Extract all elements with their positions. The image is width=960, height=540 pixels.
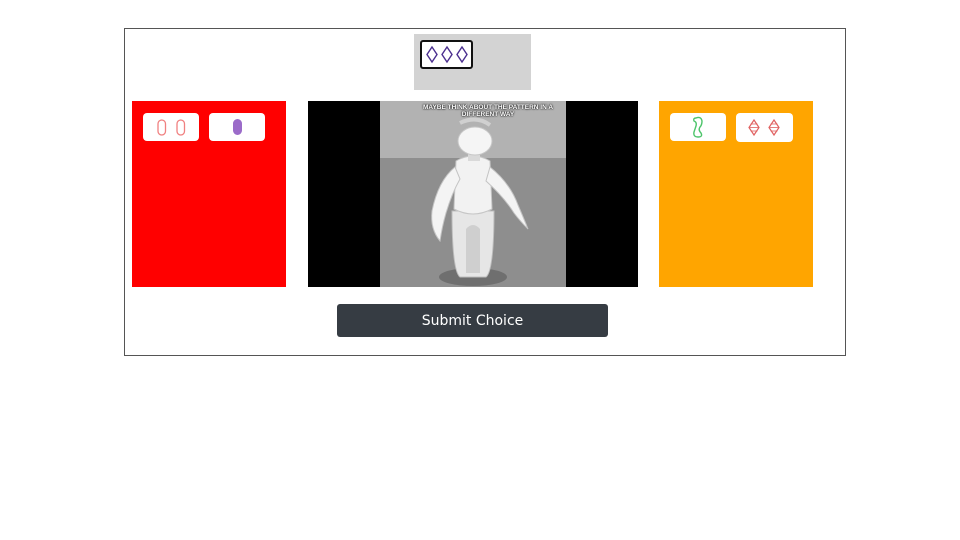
video-caption: MAYBE THINK ABOUT THE PATTERN IN A DIFFE… (422, 104, 554, 118)
robot-figure (431, 117, 529, 286)
diamond-icon (748, 118, 760, 137)
squiggle-icon (693, 116, 703, 138)
oval-icon (233, 119, 242, 135)
choice-card-two-outline-ovals[interactable] (143, 113, 199, 141)
three-outline-diamonds-icon (426, 45, 468, 64)
oval-icon (176, 119, 186, 136)
submit-choice-button[interactable]: Submit Choice (337, 304, 608, 337)
target-card (420, 40, 473, 69)
choice-card-one-solid-oval[interactable] (209, 113, 265, 141)
two-striped-diamonds-icon (748, 118, 780, 137)
oval-icon (157, 119, 167, 136)
video-scene: MAYBE THINK ABOUT THE PATTERN IN A DIFFE… (380, 101, 566, 287)
two-outline-ovals-icon (157, 119, 186, 136)
diamond-icon (768, 118, 780, 137)
diamond-icon (456, 45, 468, 64)
diamond-icon (426, 45, 438, 64)
diamond-icon (441, 45, 453, 64)
choice-card-two-striped-diamonds[interactable] (736, 113, 793, 142)
solid-oval-icon (233, 119, 242, 135)
choice-card-one-outline-squiggle[interactable] (670, 113, 726, 141)
robot-video: MAYBE THINK ABOUT THE PATTERN IN A DIFFE… (308, 101, 638, 287)
